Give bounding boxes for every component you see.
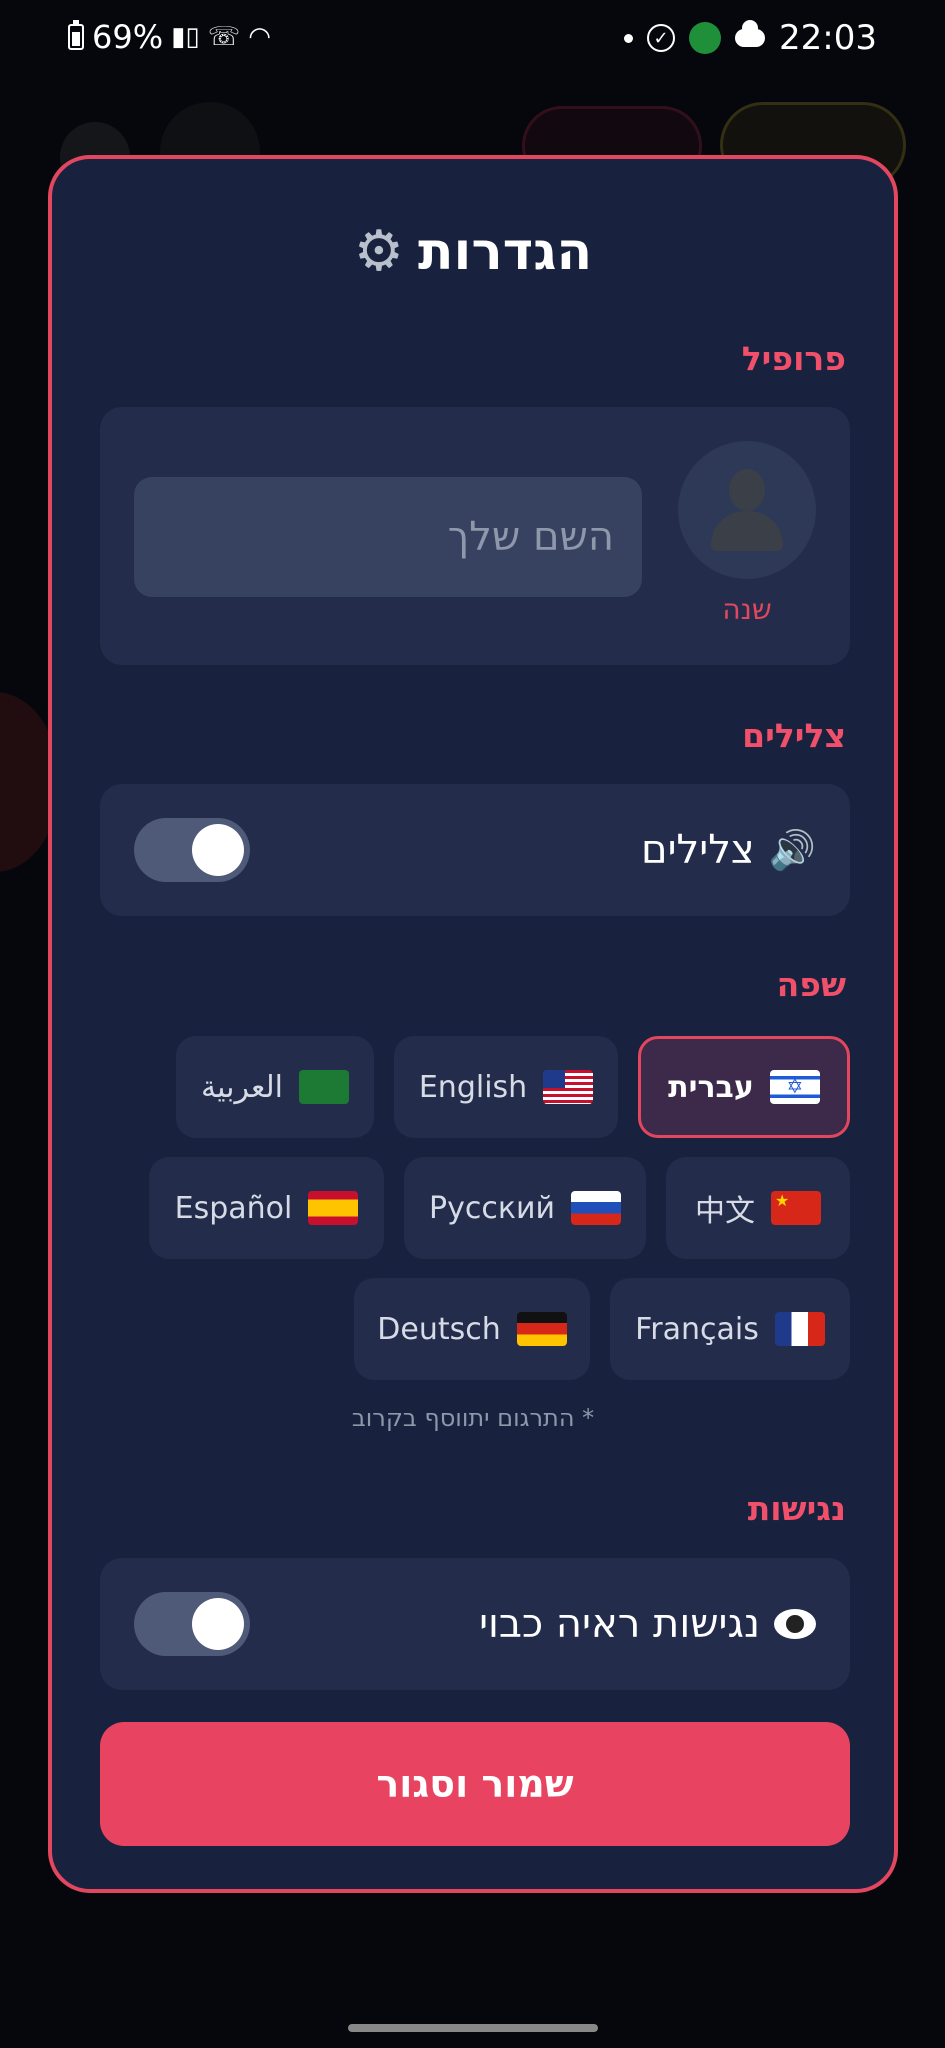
usa-flag-icon [543, 1070, 594, 1104]
language-label: Русский [429, 1190, 555, 1226]
language-label: Deutsch [377, 1311, 501, 1347]
battery-icon [68, 20, 84, 50]
language-label: 中文 [695, 1194, 755, 1229]
profile-section-label: פרופיל [741, 339, 846, 378]
battery-percent: 69% [92, 18, 164, 56]
translation-note: * התרגום יתווסף בקרוב [351, 1404, 595, 1432]
status-bar: 69% ▮▯ ☏ ◠ ✓ 22:03 [0, 0, 945, 72]
person-icon [707, 465, 787, 555]
avatar[interactable] [678, 441, 816, 579]
language-option-arabic[interactable]: العربية [176, 1036, 374, 1138]
cloud-icon [735, 20, 766, 47]
modal-title-text: הגדרות [418, 221, 593, 282]
settings-modal: הגדרות ⚙ פרופיל שנה צלילים 🔊 צלילים שפה … [48, 155, 898, 1893]
toggle-knob [192, 824, 244, 876]
sounds-row-label: 🔊 צלילים [641, 784, 816, 916]
home-indicator[interactable] [348, 2024, 598, 2032]
gear-icon: ⚙ [353, 219, 404, 284]
language-label: العربية [201, 1069, 283, 1105]
russia-flag-icon [570, 1191, 621, 1225]
language-label: Français [635, 1311, 759, 1347]
accessibility-row-label: נגישות ראיה כבוי [479, 1558, 816, 1690]
check-circle-icon: ✓ [647, 24, 676, 52]
sounds-section-label: צלילים [742, 716, 846, 755]
wifi-icon: ◠ [248, 22, 271, 52]
speaker-icon: 🔊 [768, 827, 816, 872]
dot-icon [624, 33, 634, 43]
sounds-card: 🔊 צלילים [100, 784, 850, 916]
language-option-german[interactable]: Deutsch [354, 1278, 590, 1380]
language-option-english[interactable]: English [394, 1036, 618, 1138]
eye-icon [774, 1609, 816, 1639]
signal-icon: ▮▯ [171, 22, 200, 52]
language-label: English [418, 1069, 528, 1105]
accessibility-toggle[interactable] [134, 1592, 250, 1656]
clock: 22:03 [779, 18, 877, 58]
china-flag-icon [771, 1191, 821, 1225]
accessibility-card: נגישות ראיה כבוי [100, 1558, 850, 1690]
language-option-russian[interactable]: Русский [404, 1157, 646, 1259]
app-badge-icon [689, 22, 722, 54]
name-input[interactable] [134, 477, 642, 597]
language-option-hebrew[interactable]: עברית [638, 1036, 850, 1138]
toggle-knob [192, 1598, 244, 1650]
france-flag-icon [774, 1312, 825, 1346]
saudi-flag-icon [299, 1070, 349, 1104]
status-left: 69% ▮▯ ☏ ◠ [68, 18, 271, 56]
call-icon: ☏ [207, 22, 241, 52]
language-option-spanish[interactable]: Español [149, 1157, 384, 1259]
germany-flag-icon [516, 1312, 567, 1346]
accessibility-section-label: נגישות [747, 1489, 846, 1528]
israel-flag-icon [769, 1070, 820, 1104]
spain-flag-icon [308, 1191, 359, 1225]
accessibility-label-text: נגישות ראיה כבוי [479, 1601, 760, 1647]
language-section-label: שפה [776, 965, 846, 1004]
status-right: ✓ 22:03 [624, 18, 877, 58]
language-option-chinese[interactable]: 中文 [666, 1157, 850, 1259]
profile-card: שנה [100, 407, 850, 665]
language-option-french[interactable]: Français [610, 1278, 850, 1380]
save-and-close-button[interactable]: שמור וסגור [100, 1722, 850, 1846]
language-label: עברית [668, 1069, 754, 1105]
modal-title: הגדרות ⚙ [52, 219, 894, 284]
avatar-block[interactable]: שנה [678, 441, 816, 626]
language-label: Español [174, 1190, 293, 1226]
change-avatar-link[interactable]: שנה [678, 593, 816, 626]
sounds-toggle[interactable] [134, 818, 250, 882]
sounds-label-text: צלילים [641, 827, 755, 873]
